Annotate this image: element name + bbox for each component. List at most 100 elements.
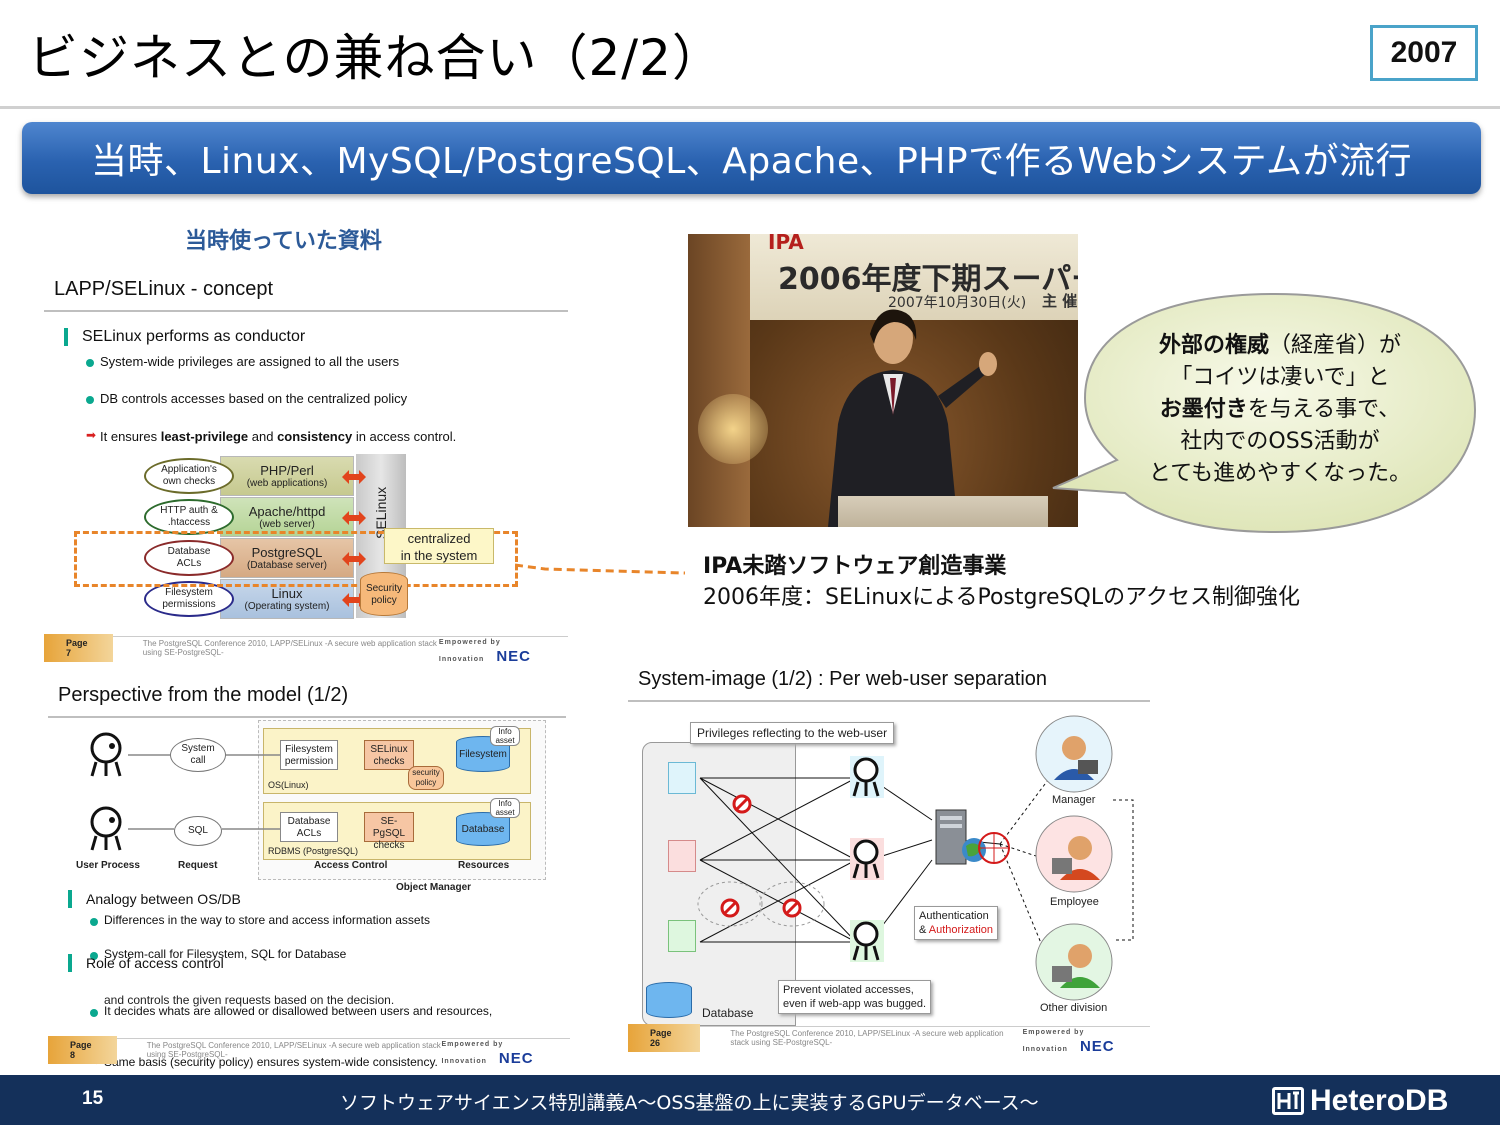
thumb-rule: [44, 310, 568, 312]
sepgsql-checks-box: SE-PgSQL checks: [364, 812, 414, 851]
oval-line: .htaccess: [167, 517, 211, 528]
col-label-user-process: User Process: [76, 860, 140, 871]
auth-amp: &: [919, 924, 929, 936]
box-line: Info: [498, 727, 512, 736]
fs-permission-box: Filesystem permission: [280, 740, 338, 770]
empowered-text: Empowered by Innovation: [1022, 1028, 1085, 1053]
box-line: asset: [495, 808, 515, 817]
employee-avatar: [1035, 815, 1113, 893]
thumb-footer: Page 7 The PostgreSQL Conference 2010, L…: [44, 633, 568, 665]
page-label: Page 26: [628, 1023, 701, 1052]
arrow-bullet: It ensures least-privilege and consisten…: [84, 428, 608, 444]
text-part: in access control.: [352, 429, 457, 444]
logo-text: HeteroDB: [1310, 1084, 1449, 1117]
bubble-line-4: 社内でのOSS活動が: [1180, 429, 1380, 454]
privileges-label: Privileges reflecting to the web-user: [690, 722, 895, 744]
thumb-title: LAPP/SELinux - concept: [54, 278, 274, 300]
bubble-line-2: 「コイツは凄いで」と: [1170, 365, 1390, 390]
layer-name: Linux: [271, 586, 303, 601]
bubble-text: 外部の権威（経産省）が 「コイツは凄いで」と お墨付きを与える事で、 社内でのO…: [1110, 330, 1450, 490]
text-bold: least-privilege: [160, 429, 249, 444]
layer-name: Apache/httpd: [248, 504, 326, 519]
bullet: Differences in the way to store and acce…: [88, 913, 610, 927]
bubble-line-5: とても進めやすくなった。: [1148, 461, 1412, 486]
layer-name: PHP/Perl: [260, 463, 314, 478]
year-badge: 2007: [1370, 25, 1478, 81]
slide-thumbnail-perspective: Perspective from the model (1/2) OS(Linu…: [48, 676, 570, 1069]
page-number: 15: [82, 1088, 104, 1109]
prevent-line: Prevent violated accesses,: [783, 984, 914, 996]
policy-line: Security: [365, 583, 403, 594]
web-user-process-icon: [850, 756, 884, 798]
selinux-checks-box: SELinux checks: [364, 740, 414, 770]
banner-text: 当時、Linux、MySQL/PostgreSQL、Apache、PHPで作るW…: [90, 141, 1412, 182]
bullet: System-wide privileges are assigned to a…: [84, 354, 608, 369]
security-policy-cylinder: Security policy: [360, 572, 408, 616]
empowered-text: Empowered by Innovation: [441, 1040, 504, 1065]
oval-line: Application's: [161, 464, 217, 475]
db-acls-box: Database ACLs: [280, 812, 338, 842]
ipa-project-title: IPA未踏ソフトウェア創造事業: [703, 554, 1007, 579]
page-label: Page 8: [48, 1035, 117, 1064]
double-arrow-icon: [342, 511, 366, 525]
box-line: SELinux: [370, 744, 408, 755]
footer-text: The PostgreSQL Conference 2010, LAPP/SEL…: [730, 1028, 1004, 1047]
prevent-line: even if web-app was bugged.: [783, 998, 927, 1010]
course-title: ソフトウェアサイエンス特別講義A～OSS基盤の上に実装するGPUデータベース～: [340, 1092, 1039, 1114]
auth-label: Authentication & Authorization: [914, 906, 999, 940]
box-line: permission: [284, 756, 334, 767]
section-heading: Analogy between OS/DB: [68, 890, 241, 908]
auth-line: & Authorization: [919, 923, 993, 937]
security-policy-box: security policy: [408, 766, 444, 790]
thumb-rule: [628, 700, 1150, 702]
award-photo: IPA 2006年度下期スーパー 2007年10月30日(火) 主 催: [688, 234, 1078, 527]
slide-title: ビジネスとの兼ね合い（2/2）: [28, 29, 723, 87]
text-part: and: [248, 429, 278, 444]
box-line: checks: [373, 756, 405, 767]
employee-label: Employee: [1050, 896, 1099, 908]
bubble-bold: お墨付き: [1159, 397, 1248, 422]
col-label-resources: Resources: [458, 860, 510, 871]
title-divider: [0, 106, 1500, 109]
col-label-request: Request: [178, 860, 218, 871]
thumb-title: Perspective from the model (1/2): [58, 684, 349, 706]
thumb-title: System-image (1/2) : Per web-user separa…: [638, 668, 1048, 690]
bubble-bold: 外部の権威: [1158, 333, 1269, 358]
nec-logo: Empowered by Innovation NEC: [1023, 1021, 1144, 1055]
web-user-process-icon: [850, 920, 884, 962]
oval-line: Filesystem: [165, 587, 213, 598]
double-arrow-icon: [342, 470, 366, 484]
oval-line: permissions: [162, 599, 216, 610]
info-asset-label: Info asset: [490, 798, 520, 818]
speaker-figure: [828, 309, 997, 527]
brand-text: NEC: [496, 647, 531, 665]
banner: 当時、Linux、MySQL/PostgreSQL、Apache、PHPで作るW…: [22, 122, 1481, 194]
oval-http-auth: HTTP auth & .htaccess: [144, 499, 234, 535]
bullet-continuation: and controls the given requests based on…: [104, 993, 395, 1007]
object-manager-label: Object Manager: [396, 882, 472, 893]
prohibited-icon: [782, 898, 802, 918]
box-line: asset: [495, 736, 515, 745]
web-user-process-icon: [850, 838, 884, 880]
podium: [838, 496, 1048, 527]
logo-mark-icon: [1272, 1087, 1304, 1115]
flow-lines: [128, 754, 280, 830]
bullet: DB controls accesses based on the centra…: [84, 391, 608, 406]
layer-sub: (web applications): [246, 478, 328, 489]
oval-app-checks: Application's own checks: [144, 458, 234, 494]
thumb-rule: [48, 716, 566, 718]
user-process-icon: [90, 732, 122, 777]
box-line: Database: [287, 816, 331, 827]
footer-text: The PostgreSQL Conference 2010, LAPP/SEL…: [146, 1040, 441, 1059]
text-part: It ensures: [100, 429, 161, 444]
auth-check-icon: [978, 832, 1010, 864]
bubble-rest: を与える事で、: [1247, 397, 1401, 422]
manager-avatar: [1035, 715, 1113, 793]
brand-text: NEC: [498, 1049, 534, 1067]
text-bold: consistency: [277, 429, 353, 444]
oval-line: own checks: [162, 476, 216, 487]
col-label-access-control: Access Control: [314, 860, 388, 871]
box-line: Filesystem: [285, 744, 333, 755]
bubble-line-3: お墨付きを与える事で、: [1110, 394, 1450, 426]
brand-text: NEC: [1079, 1037, 1115, 1055]
